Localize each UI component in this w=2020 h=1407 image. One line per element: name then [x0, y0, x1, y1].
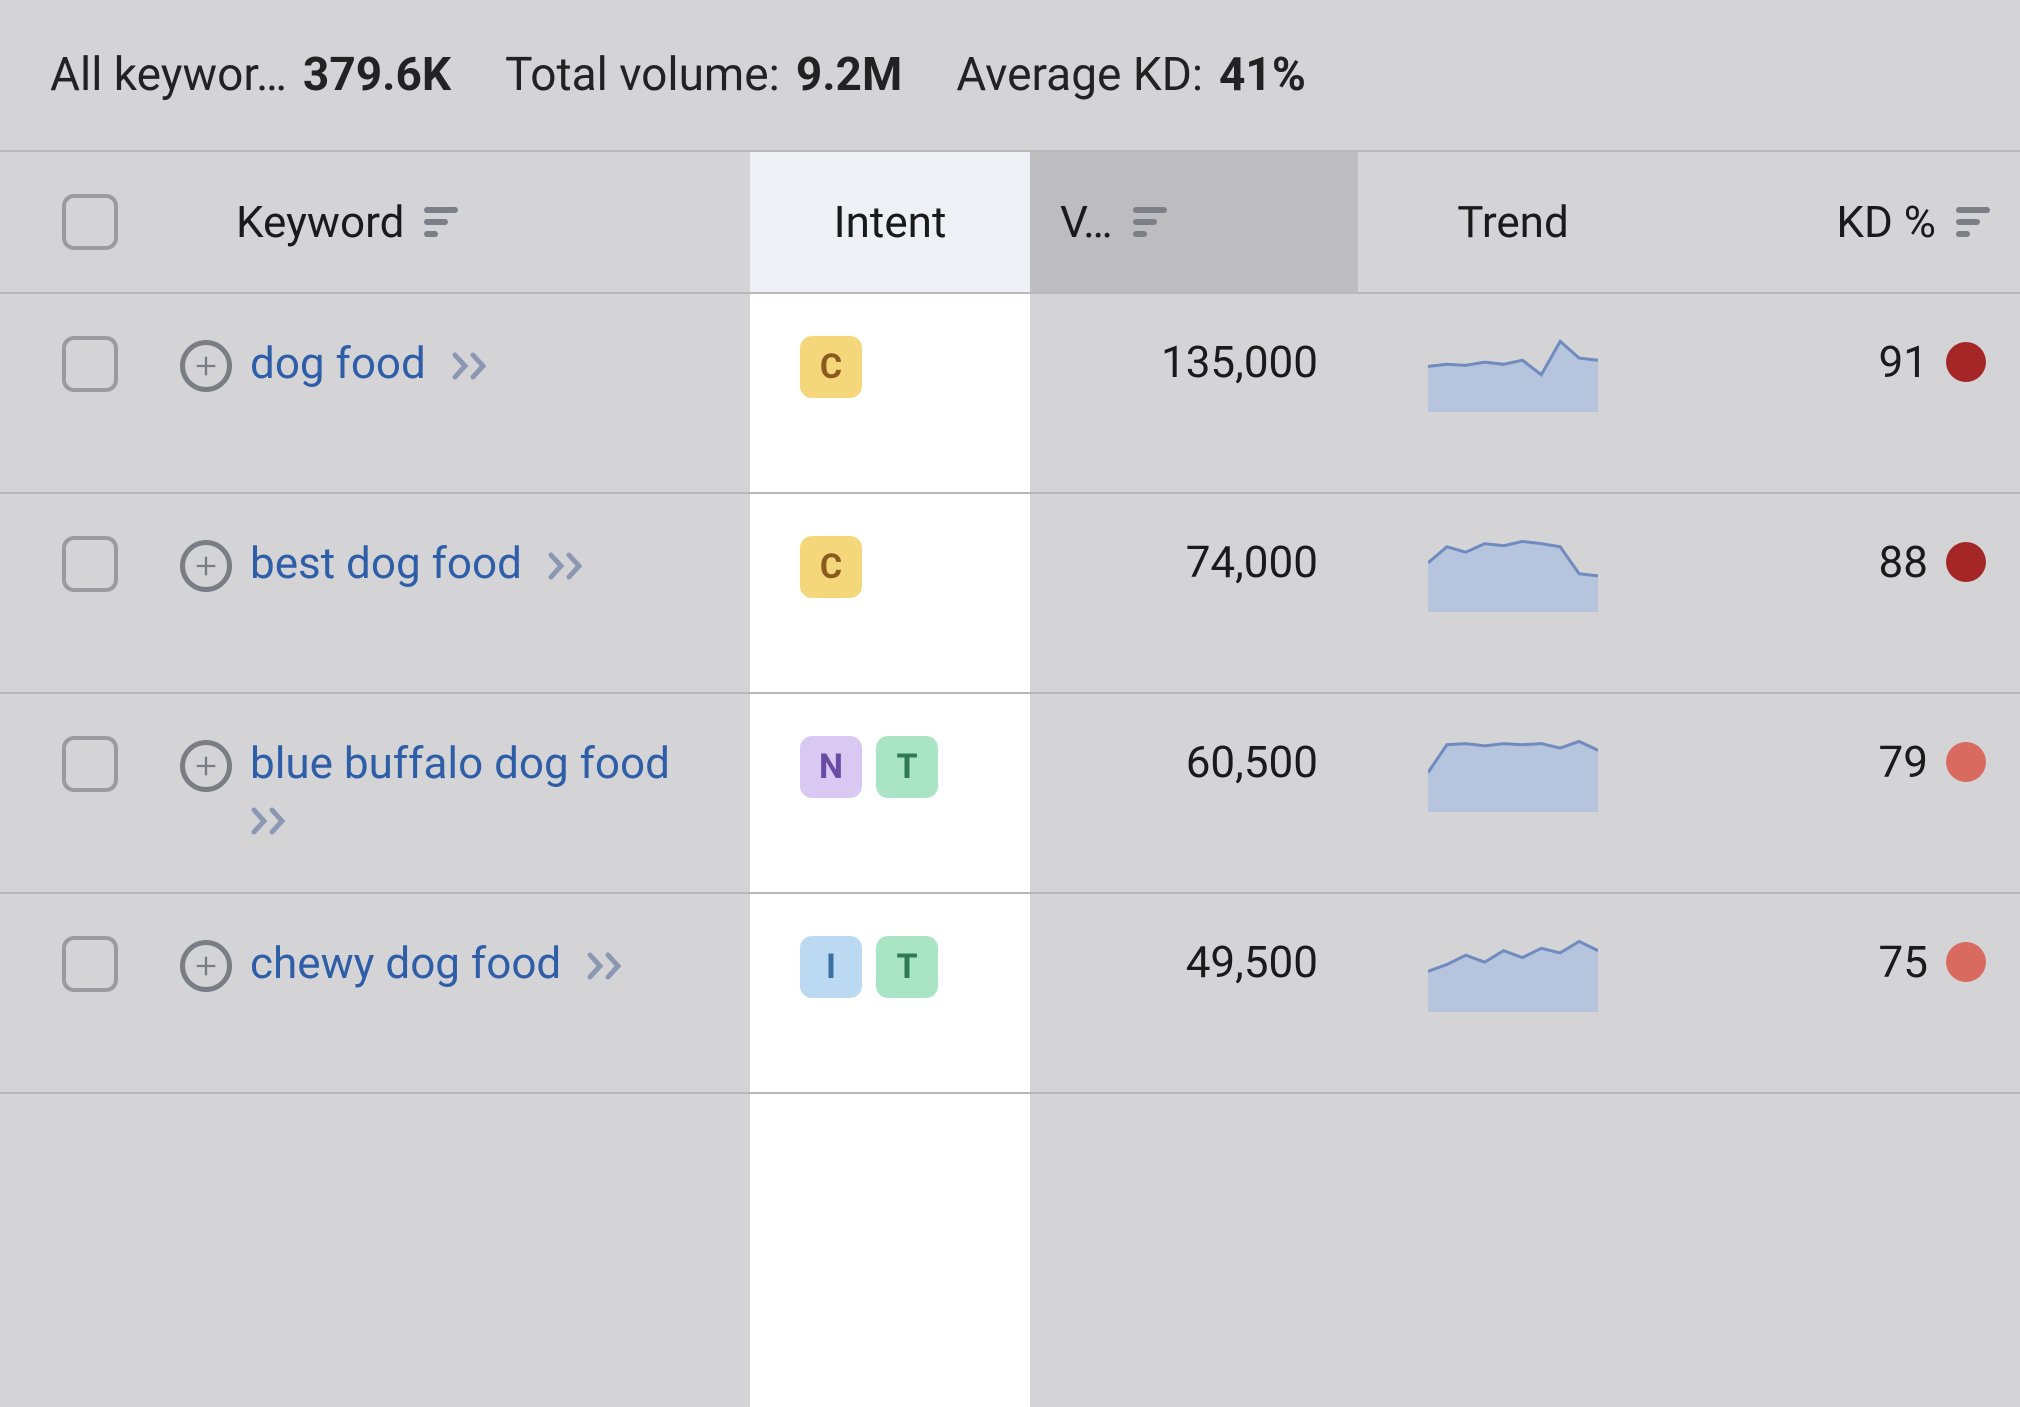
- plus-icon: [192, 552, 220, 580]
- volume-value: 60,500: [1186, 736, 1318, 788]
- chevrons-right-icon: [586, 951, 626, 981]
- plus-icon: [192, 752, 220, 780]
- plus-icon: [192, 952, 220, 980]
- volume-value: 135,000: [1161, 336, 1318, 388]
- kd-difficulty-dot: [1946, 542, 1986, 582]
- kd-difficulty-dot: [1946, 342, 1986, 382]
- sort-icon: [424, 207, 458, 237]
- intent-badge-t[interactable]: T: [876, 736, 938, 798]
- table-row: best dog food C 74,000: [0, 494, 2020, 694]
- keyword-link[interactable]: blue buffalo dog food: [250, 737, 670, 789]
- metric-total-volume: Total volume: 9.2M: [505, 48, 902, 102]
- expand-keyword-button[interactable]: [586, 937, 626, 989]
- metric-label: Total volume:: [505, 48, 780, 102]
- trend-sparkline: [1428, 736, 1598, 812]
- column-kd[interactable]: KD %: [1668, 152, 2020, 292]
- expand-keyword-button[interactable]: [250, 792, 290, 844]
- keyword-link[interactable]: chewy dog food: [250, 937, 561, 989]
- kd-value: 79: [1879, 736, 1928, 788]
- volume-value: 49,500: [1186, 936, 1318, 988]
- kd-value: 88: [1879, 536, 1928, 588]
- keyword-link[interactable]: dog food: [250, 337, 426, 389]
- metric-value: 9.2M: [796, 48, 902, 102]
- row-checkbox[interactable]: [62, 736, 118, 792]
- kd-difficulty-dot: [1946, 942, 1986, 982]
- chevrons-right-icon: [250, 806, 290, 836]
- column-volume[interactable]: V…: [1030, 152, 1358, 292]
- intent-badge-c[interactable]: C: [800, 536, 862, 598]
- trend-sparkline: [1428, 936, 1598, 1012]
- add-keyword-button[interactable]: [180, 940, 232, 992]
- keyword-link[interactable]: best dog food: [250, 537, 522, 589]
- kd-difficulty-dot: [1946, 742, 1986, 782]
- row-checkbox[interactable]: [62, 936, 118, 992]
- chevrons-right-icon: [451, 351, 491, 381]
- sort-icon: [1956, 207, 1990, 237]
- metric-value: 41%: [1219, 48, 1306, 102]
- add-keyword-button[interactable]: [180, 540, 232, 592]
- intent-badge-t[interactable]: T: [876, 936, 938, 998]
- column-label: V…: [1060, 196, 1113, 248]
- column-label: KD %: [1836, 196, 1936, 248]
- chevrons-right-icon: [547, 551, 587, 581]
- add-keyword-button[interactable]: [180, 740, 232, 792]
- keyword-table: Keyword Intent V… Trend KD %: [0, 150, 2020, 1094]
- metric-all-keywords: All keywor… 379.6K: [50, 48, 451, 102]
- metric-label: All keywor…: [50, 48, 287, 102]
- table-row: chewy dog food IT 49,500: [0, 894, 2020, 1094]
- summary-bar: All keywor… 379.6K Total volume: 9.2M Av…: [0, 0, 2020, 150]
- column-intent[interactable]: Intent: [750, 152, 1030, 292]
- column-keyword[interactable]: Keyword: [180, 152, 750, 292]
- volume-value: 74,000: [1186, 536, 1318, 588]
- intent-badge-c[interactable]: C: [800, 336, 862, 398]
- select-all-checkbox[interactable]: [62, 194, 118, 250]
- metric-avg-kd: Average KD: 41%: [956, 48, 1306, 102]
- expand-keyword-button[interactable]: [451, 337, 491, 389]
- column-label: Intent: [834, 196, 947, 248]
- table-row: blue buffalo dog food NT 60,500: [0, 694, 2020, 894]
- trend-sparkline: [1428, 336, 1598, 412]
- intent-badge-n[interactable]: N: [800, 736, 862, 798]
- column-checkbox: [0, 152, 180, 292]
- row-checkbox[interactable]: [62, 536, 118, 592]
- kd-value: 75: [1879, 936, 1928, 988]
- row-checkbox[interactable]: [62, 336, 118, 392]
- metric-value: 379.6K: [303, 48, 451, 102]
- expand-keyword-button[interactable]: [547, 537, 587, 589]
- column-trend[interactable]: Trend: [1358, 152, 1668, 292]
- metric-label: Average KD:: [956, 48, 1203, 102]
- table-header-row: Keyword Intent V… Trend KD %: [0, 152, 2020, 294]
- add-keyword-button[interactable]: [180, 340, 232, 392]
- column-label: Trend: [1457, 196, 1569, 248]
- intent-badge-i[interactable]: I: [800, 936, 862, 998]
- table-row: dog food C 135,000: [0, 294, 2020, 494]
- plus-icon: [192, 352, 220, 380]
- kd-value: 91: [1879, 336, 1928, 388]
- trend-sparkline: [1428, 536, 1598, 612]
- column-label: Keyword: [236, 196, 404, 248]
- sort-icon: [1133, 207, 1167, 237]
